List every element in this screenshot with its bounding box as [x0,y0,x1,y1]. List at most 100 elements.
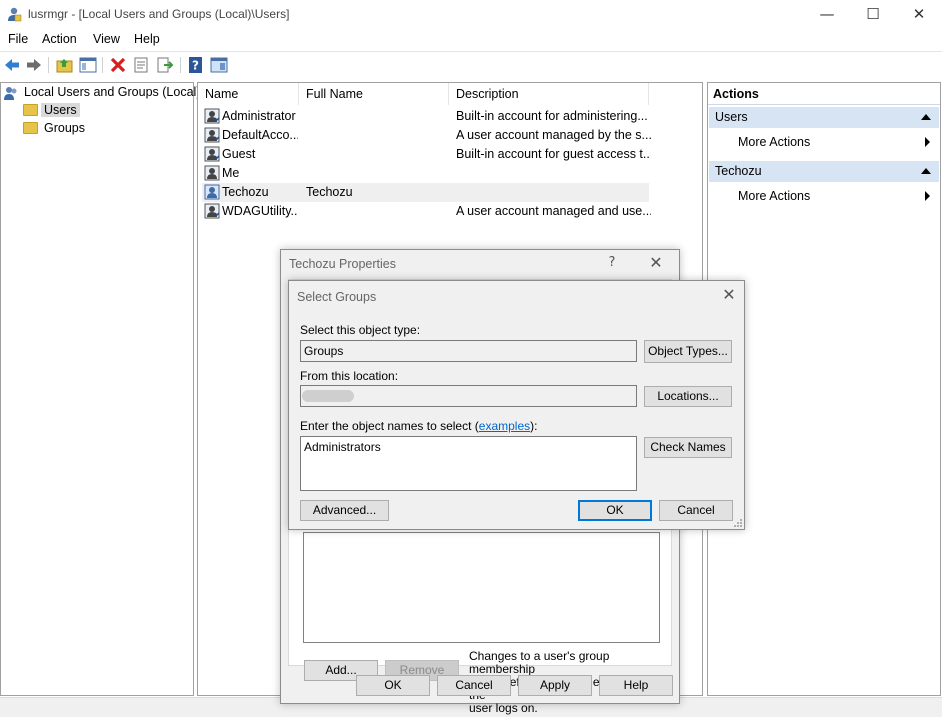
membership-note-line: Changes to a user's group membership [469,649,610,676]
export-list-icon[interactable] [156,56,174,74]
object-names-label: Enter the object names to select (exampl… [300,419,537,433]
member-of-list[interactable] [303,532,660,643]
user-full-name: Techozu [306,185,353,199]
menu-view[interactable]: View [93,32,120,46]
actions-more-actions-techozu[interactable]: More Actions [738,189,938,203]
user-description: A user account managed and use... [456,204,651,218]
examples-link[interactable]: examples [479,419,530,433]
location-label: From this location: [300,369,399,383]
list-item[interactable]: DefaultAcco... A user account managed by… [202,126,651,145]
redacted-location [302,390,354,402]
toolbar-separator [180,57,181,73]
user-icon [204,203,220,219]
user-description: Built-in account for guest access t... [456,147,651,161]
column-header-name[interactable]: Name [198,83,299,105]
maximize-button[interactable]: ☐ [850,0,896,30]
properties-apply-button[interactable]: Apply [518,675,592,696]
check-names-button[interactable]: Check Names [644,437,732,458]
properties-icon[interactable] [132,56,150,74]
folder-icon [23,104,38,116]
list-item-selected[interactable]: Techozu Techozu [202,183,649,202]
tree-item-users[interactable]: Users [23,102,123,120]
back-icon[interactable] [3,56,21,74]
locations-button[interactable]: Locations... [644,386,732,407]
column-header-description[interactable]: Description [449,83,649,105]
user-description: A user account managed by the s... [456,128,651,142]
tree-root-label: Local Users and Groups (Local) [24,85,201,99]
up-folder-icon[interactable] [56,56,74,74]
select-groups-ok-button[interactable]: OK [578,500,652,521]
tree-item-groups[interactable]: Groups [23,120,123,138]
actions-title: Actions [708,83,940,105]
tree-item-groups-label: Groups [44,121,85,135]
object-types-button[interactable]: Object Types... [644,340,732,363]
toolbar: ? [0,52,942,78]
column-header-full-name[interactable]: Full Name [299,83,449,105]
user-icon [204,108,220,124]
close-button[interactable]: ✕ [896,0,942,30]
user-icon [204,127,220,143]
forward-icon[interactable] [25,56,43,74]
more-actions-label: More Actions [738,135,811,149]
folder-icon [23,122,38,134]
app-icon [8,7,22,22]
user-icon [204,146,220,162]
user-icon [204,184,220,200]
properties-help-button[interactable]: Help [599,675,673,696]
user-name: Techozu [222,185,269,199]
select-groups-cancel-button[interactable]: Cancel [659,500,733,521]
tree-item-users-label: Users [41,103,80,117]
list-item[interactable]: Guest Built-in account for guest access … [202,145,651,164]
list-item[interactable]: Me [202,164,649,183]
list-item[interactable]: Administrator Built-in account for admin… [202,107,649,126]
location-field [300,385,637,407]
more-actions-label: More Actions [738,189,811,203]
user-name: WDAGUtility... [222,204,298,218]
membership-note-line: user logs on. [469,701,538,715]
actions-section-users[interactable]: Users [709,107,939,128]
submenu-arrow-icon [925,137,930,147]
delete-icon[interactable] [109,56,127,74]
help-icon[interactable]: ? [187,56,205,74]
show-hide-tree-icon[interactable] [79,56,97,74]
title-bar: lusrmgr - [Local Users and Groups (Local… [0,0,942,30]
properties-close-button[interactable]: ✕ [641,252,671,276]
menu-help[interactable]: Help [134,32,160,46]
actions-more-actions-users[interactable]: More Actions [738,135,938,149]
minimize-button[interactable]: — [804,0,850,30]
select-groups-dialog: Select Groups ✕ Select this object type:… [288,280,745,530]
select-groups-close-button[interactable]: ✕ [714,284,744,308]
user-name: DefaultAcco... [222,128,298,142]
object-names-label-text: Enter the object names to select ( [300,419,479,433]
properties-dialog-title: Techozu Properties [289,257,397,271]
list-item[interactable]: WDAGUtility... A user account managed an… [202,202,651,221]
users-groups-icon [4,87,17,100]
properties-ok-button[interactable]: OK [356,675,430,696]
svg-text:?: ? [192,59,199,73]
menu-bar: File Action View Help [0,30,942,52]
tree-pane: Local Users and Groups (Local) Users Gro… [0,82,200,696]
user-name: Administrator [222,109,296,123]
help-question-button[interactable]: ? [597,252,627,276]
properties-cancel-button[interactable]: Cancel [437,675,511,696]
actions-section-techozu-label: Techozu [715,164,762,178]
toolbar-separator [102,57,103,73]
show-action-pane-icon[interactable] [210,56,228,74]
object-type-label: Select this object type: [300,323,421,337]
toolbar-separator [48,57,49,73]
collapse-icon[interactable] [921,114,931,120]
resize-grip-icon[interactable] [733,518,743,528]
advanced-button[interactable]: Advanced... [300,500,389,521]
menu-action[interactable]: Action [42,32,77,46]
actions-section-users-label: Users [715,110,748,124]
tree-root[interactable]: Local Users and Groups (Local) [3,84,200,102]
submenu-arrow-icon [925,191,930,201]
user-name: Me [222,166,240,180]
actions-section-techozu[interactable]: Techozu [709,161,939,182]
object-names-label-suffix: ): [530,419,538,433]
menu-file[interactable]: File [8,32,28,46]
collapse-icon[interactable] [921,168,931,174]
user-name: Guest [222,147,256,161]
select-groups-title: Select Groups [297,290,377,304]
object-names-input[interactable]: Administrators [300,436,637,491]
